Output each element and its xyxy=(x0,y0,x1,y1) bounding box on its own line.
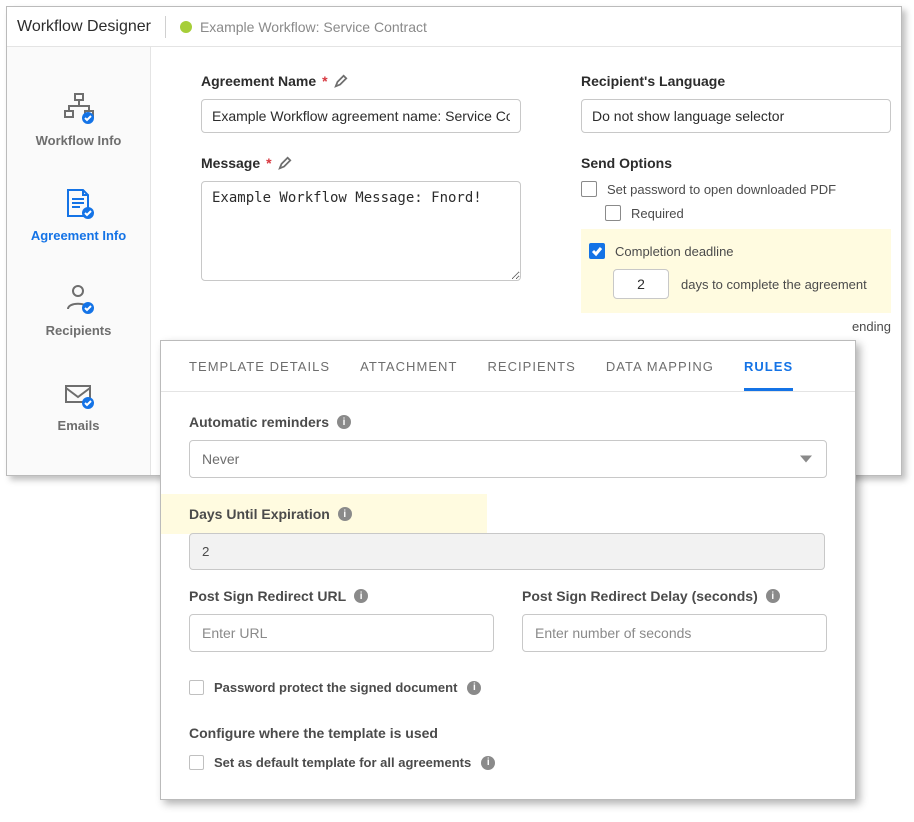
sidebar-item-label: Recipients xyxy=(46,323,112,338)
message-label: Message* xyxy=(201,155,521,171)
tab-recipients[interactable]: RECIPIENTS xyxy=(487,359,575,391)
configure-section-title: Configure where the template is used xyxy=(189,725,827,741)
deadline-days-input[interactable] xyxy=(613,269,669,299)
required-label: Required xyxy=(631,206,684,221)
app-title: Workflow Designer xyxy=(17,18,165,36)
default-template-label: Set as default template for all agreemen… xyxy=(214,755,471,770)
agreement-info-icon xyxy=(61,186,97,222)
edit-icon[interactable] xyxy=(278,156,292,170)
pdf-password-label: Set password to open downloaded PDF xyxy=(607,182,836,197)
deadline-suffix: days to complete the agreement xyxy=(681,277,867,292)
info-icon[interactable]: i xyxy=(338,507,352,521)
info-icon[interactable]: i xyxy=(354,589,368,603)
tab-template-details[interactable]: TEMPLATE DETAILS xyxy=(189,359,330,391)
template-settings-panel: TEMPLATE DETAILS ATTACHMENT RECIPIENTS D… xyxy=(160,340,856,800)
recipient-language-label: Recipient's Language xyxy=(581,73,891,89)
days-until-expiration-label: Days Until Expiration i xyxy=(189,506,459,522)
completion-deadline-checkbox[interactable] xyxy=(589,243,605,259)
agreement-name-label: Agreement Name* xyxy=(201,73,521,89)
completion-deadline-block: Completion deadline days to complete the… xyxy=(581,229,891,313)
sidebar-item-label: Emails xyxy=(58,418,100,433)
info-icon[interactable]: i xyxy=(467,681,481,695)
password-protect-label: Password protect the signed document xyxy=(214,680,457,695)
sidebar-item-emails[interactable]: Emails xyxy=(7,360,150,455)
workflow-info-icon xyxy=(61,91,97,127)
tab-attachment[interactable]: ATTACHMENT xyxy=(360,359,457,391)
emails-icon xyxy=(61,376,97,412)
redirect-delay-label: Post Sign Redirect Delay (seconds) i xyxy=(522,588,827,604)
panel-header: Workflow Designer Example Workflow: Serv… xyxy=(7,7,901,47)
agreement-name-input[interactable] xyxy=(201,99,521,133)
automatic-reminders-label: Automatic reminders i xyxy=(189,414,827,430)
message-input[interactable] xyxy=(201,181,521,281)
info-icon[interactable]: i xyxy=(481,756,495,770)
tab-data-mapping[interactable]: DATA MAPPING xyxy=(606,359,714,391)
default-template-checkbox[interactable] xyxy=(189,755,204,770)
sidebar: Workflow Info Agreement Info xyxy=(7,47,151,475)
workflow-name: Example Workflow: Service Contract xyxy=(200,19,427,35)
password-protect-checkbox[interactable] xyxy=(189,680,204,695)
ending-fragment: ending xyxy=(581,319,891,334)
header-separator xyxy=(165,16,166,38)
template-tabs: TEMPLATE DETAILS ATTACHMENT RECIPIENTS D… xyxy=(161,341,855,392)
sidebar-item-label: Workflow Info xyxy=(36,133,122,148)
sidebar-item-agreement-info[interactable]: Agreement Info xyxy=(7,170,150,265)
days-until-expiration-input[interactable] xyxy=(189,533,825,570)
automatic-reminders-select[interactable]: Never xyxy=(189,440,827,478)
pdf-password-checkbox[interactable] xyxy=(581,181,597,197)
info-icon[interactable]: i xyxy=(337,415,351,429)
sidebar-item-label: Agreement Info xyxy=(31,228,126,243)
info-icon[interactable]: i xyxy=(766,589,780,603)
send-options-label: Send Options xyxy=(581,155,891,171)
redirect-url-label: Post Sign Redirect URL i xyxy=(189,588,494,604)
completion-deadline-label: Completion deadline xyxy=(615,244,734,259)
status-dot-icon xyxy=(180,21,192,33)
required-checkbox[interactable] xyxy=(605,205,621,221)
sidebar-item-recipients[interactable]: Recipients xyxy=(7,265,150,360)
redirect-delay-input[interactable] xyxy=(522,614,827,652)
days-until-expiration-block: Days Until Expiration i xyxy=(161,494,487,534)
recipients-icon xyxy=(61,281,97,317)
sidebar-item-workflow-info[interactable]: Workflow Info xyxy=(7,75,150,170)
redirect-url-input[interactable] xyxy=(189,614,494,652)
recipient-language-select[interactable] xyxy=(581,99,891,133)
edit-icon[interactable] xyxy=(334,74,348,88)
tab-rules[interactable]: RULES xyxy=(744,359,793,391)
